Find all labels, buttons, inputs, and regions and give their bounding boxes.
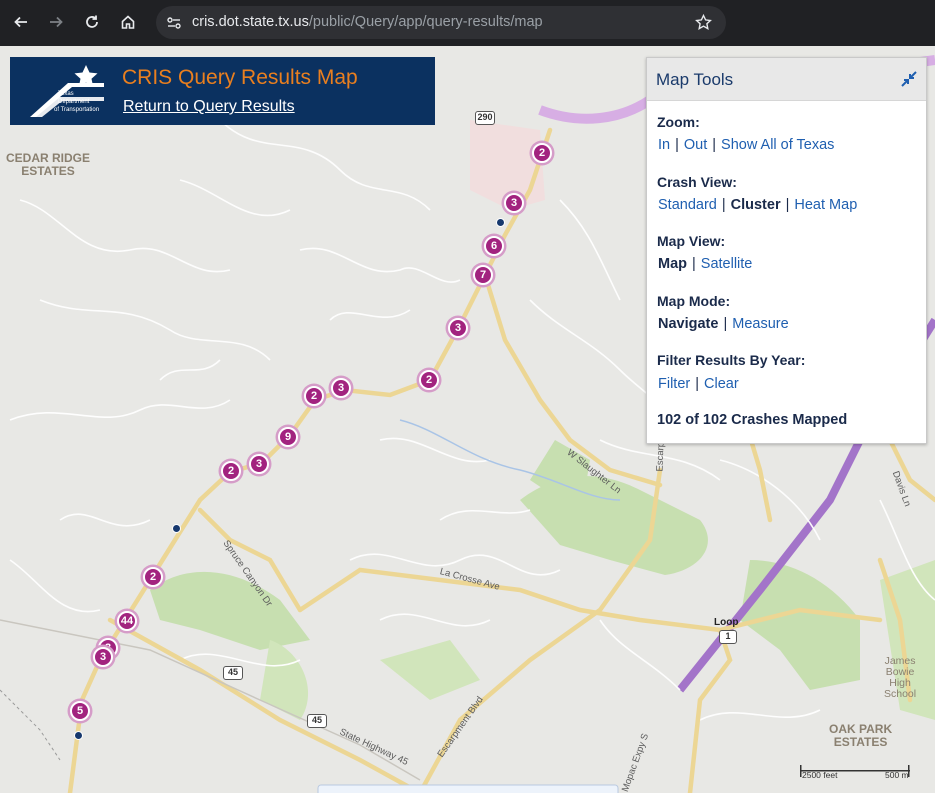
site-settings-icon[interactable] xyxy=(166,15,182,31)
filter-label: Filter Results By Year: xyxy=(657,352,806,368)
map-view-label: Map View: xyxy=(657,233,726,249)
url-text: cris.dot.state.tx.us/public/Query/app/qu… xyxy=(192,14,543,30)
map-tools-header: Map Tools xyxy=(647,58,926,101)
crash-cluster[interactable]: 5 xyxy=(70,701,90,721)
crash-marker[interactable] xyxy=(495,217,505,227)
collapse-icon[interactable] xyxy=(900,70,918,88)
crash-cluster[interactable]: 3 xyxy=(93,647,113,667)
crash-cluster[interactable]: 2 xyxy=(532,143,552,163)
txdot-logo: Texas Department of Transportation xyxy=(28,63,106,119)
map-tools-panel: Map Tools Zoom: In | Out | Show All of Texas… xyxy=(646,57,927,444)
crash-cluster[interactable]: 3 xyxy=(249,454,269,474)
scale-feet: 2500 feet xyxy=(802,770,838,780)
map-mode-navigate[interactable]: Navigate xyxy=(658,316,718,332)
crash-cluster[interactable]: 3 xyxy=(504,193,524,213)
map-view-map[interactable]: Map xyxy=(658,256,687,272)
svg-text:Texas: Texas xyxy=(58,91,74,97)
map-tools-title: Map Tools xyxy=(656,70,734,89)
forward-arrow-icon[interactable] xyxy=(44,10,68,34)
reload-icon[interactable] xyxy=(80,10,104,34)
crashes-mapped-count: 102 of 102 Crashes Mapped xyxy=(657,412,848,428)
home-icon[interactable] xyxy=(116,10,140,34)
scale-meters: 500 m xyxy=(885,770,909,780)
browser-toolbar: cris.dot.state.tx.us/public/Query/app/qu… xyxy=(0,0,935,46)
map-view-satellite[interactable]: Satellite xyxy=(701,256,753,272)
area-label-cedar-ridge: CEDAR RIDGE ESTATES xyxy=(6,151,91,178)
crash-view-heat-map[interactable]: Heat Map xyxy=(794,197,857,213)
highway-shield-290: 290 xyxy=(475,111,495,125)
crash-cluster[interactable]: 2 xyxy=(143,567,163,587)
highway-shield-45-b: 45 xyxy=(307,714,327,728)
back-arrow-icon[interactable] xyxy=(9,10,33,34)
loop-label: Loop xyxy=(714,617,739,628)
highway-shield-45: 45 xyxy=(223,666,243,680)
zoom-label: Zoom: xyxy=(657,114,700,130)
filter-options: Filter | Clear xyxy=(658,376,739,392)
crash-view-standard[interactable]: Standard xyxy=(658,197,717,213)
svg-text:Department: Department xyxy=(58,99,90,105)
page-title: CRIS Query Results Map xyxy=(122,66,358,89)
crash-cluster[interactable]: 9 xyxy=(278,427,298,447)
crash-cluster[interactable]: 44 xyxy=(117,611,137,631)
crash-view-cluster[interactable]: Cluster xyxy=(731,197,781,213)
crash-marker[interactable] xyxy=(73,730,83,740)
crash-marker[interactable] xyxy=(171,523,181,533)
address-bar[interactable]: cris.dot.state.tx.us/public/Query/app/qu… xyxy=(156,6,726,39)
crash-cluster[interactable]: 2 xyxy=(304,386,324,406)
crash-view-label: Crash View: xyxy=(657,174,737,190)
crash-cluster[interactable]: 3 xyxy=(331,378,351,398)
map-mode-options: Navigate | Measure xyxy=(658,316,789,332)
poi-label-james-bowie: James Bowie High School xyxy=(884,655,917,700)
zoom-in-link[interactable]: In xyxy=(658,137,670,153)
bookmark-star-icon[interactable] xyxy=(695,14,712,31)
crash-cluster[interactable]: 7 xyxy=(473,265,493,285)
clear-link[interactable]: Clear xyxy=(704,376,739,392)
crash-cluster[interactable]: 6 xyxy=(484,236,504,256)
crash-cluster[interactable]: 2 xyxy=(419,370,439,390)
highway-shield-loop-1: 1 xyxy=(719,630,737,644)
svg-text:of Transportation: of Transportation xyxy=(54,107,99,113)
area-label-oak-park: OAK PARK ESTATES xyxy=(829,722,893,749)
crash-cluster[interactable]: 2 xyxy=(221,461,241,481)
app-header: Texas Department of Transportation CRIS … xyxy=(10,57,435,125)
map-view-options: Map | Satellite xyxy=(658,256,753,272)
show-all-texas-link[interactable]: Show All of Texas xyxy=(721,137,834,153)
crash-view-options: Standard | Cluster | Heat Map xyxy=(658,197,858,213)
return-to-query-results-link[interactable]: Return to Query Results xyxy=(123,98,295,116)
crash-cluster[interactable]: 3 xyxy=(448,318,468,338)
map-mode-measure[interactable]: Measure xyxy=(732,316,788,332)
zoom-out-link[interactable]: Out xyxy=(684,137,707,153)
map-mode-label: Map Mode: xyxy=(657,293,731,309)
zoom-options: In | Out | Show All of Texas xyxy=(658,137,835,153)
filter-link[interactable]: Filter xyxy=(658,376,690,392)
